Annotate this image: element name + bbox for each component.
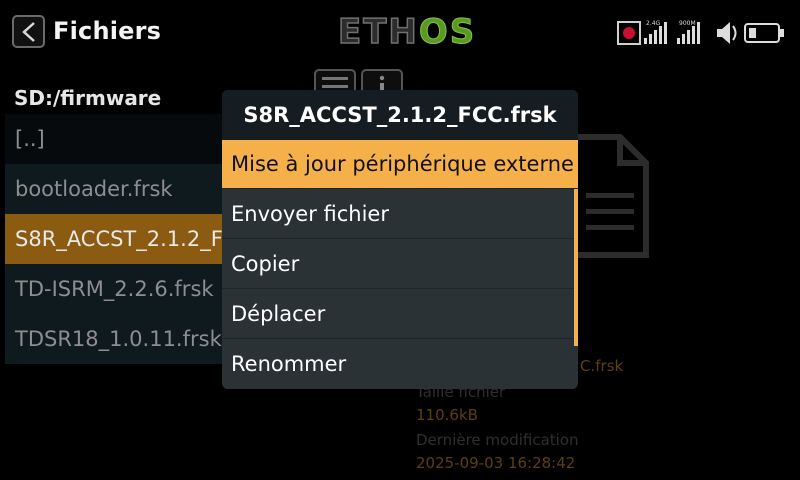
current-path: SD:/firmware: [14, 86, 162, 110]
modified-value: 2025-09-03 16:28:42: [416, 454, 576, 472]
file-context-menu: S8R_ACCST_2.1.2_FCC.frsk Mise à jour pér…: [222, 90, 578, 389]
menu-item-rename[interactable]: Renommer: [222, 340, 574, 389]
rf-2-4g-label: 2.4G: [646, 20, 661, 27]
menu-item-update-external-device[interactable]: Mise à jour périphérique externe: [222, 140, 578, 189]
record-icon: [617, 21, 641, 45]
battery-icon: [744, 23, 784, 43]
menu-item-send-file[interactable]: Envoyer fichier: [222, 190, 574, 239]
rf-900m-label: 900M: [679, 20, 696, 27]
menu-item-move[interactable]: Déplacer: [222, 290, 574, 339]
file-row[interactable]: TD-ISRM_2.2.6.frsk: [5, 264, 222, 314]
file-size-value: 110.6kB: [416, 406, 478, 424]
file-row[interactable]: TDSR18_1.0.11.frsk: [5, 314, 222, 364]
file-row-selected[interactable]: S8R_ACCST_2.1.2_FCC.frsk: [5, 214, 222, 264]
file-row[interactable]: bootloader.frsk: [5, 164, 222, 214]
status-bar: 2.4G 900M: [617, 18, 787, 48]
modified-label: Dernière modification: [416, 431, 579, 449]
page-title: Fichiers: [53, 17, 162, 45]
ethos-logo: ETHOS: [337, 12, 477, 52]
menu-item-copy[interactable]: Copier: [222, 240, 574, 289]
speaker-icon: [717, 22, 737, 44]
file-name-value: C.frsk: [580, 357, 624, 375]
popup-scrollbar[interactable]: [574, 189, 578, 346]
file-row-parent-dir[interactable]: [..]: [5, 114, 222, 164]
document-icon: [571, 134, 649, 258]
chevron-left-icon: [22, 22, 35, 42]
popup-title: S8R_ACCST_2.1.2_FCC.frsk: [222, 90, 578, 140]
back-button[interactable]: [12, 15, 45, 48]
